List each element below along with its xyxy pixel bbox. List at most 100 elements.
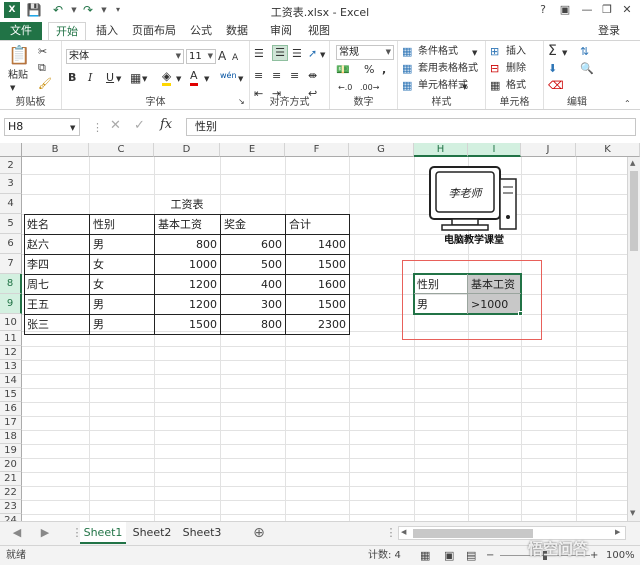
scroll-left-icon[interactable]: ◀: [401, 528, 406, 536]
table-cell[interactable]: 1200: [155, 275, 220, 294]
header-cell-base-salary[interactable]: 基本工资: [155, 215, 220, 234]
grow-font-icon[interactable]: A: [218, 49, 226, 63]
ribbon-display-icon[interactable]: ▣: [556, 2, 574, 18]
align-right-icon[interactable]: ≡: [290, 69, 299, 83]
vertical-scrollbar[interactable]: ▲ ▼: [627, 157, 640, 521]
font-dialog-launcher-icon[interactable]: ↘: [238, 95, 245, 109]
scroll-down-icon[interactable]: ▼: [630, 509, 635, 517]
table-cell[interactable]: 王五: [24, 295, 89, 314]
fill-color-dropdown-icon[interactable]: ▼: [176, 72, 181, 86]
format-as-table-icon[interactable]: ▦: [402, 62, 412, 76]
prev-sheet-icon[interactable]: ◀: [10, 522, 24, 544]
find-select-icon[interactable]: 🔍: [580, 62, 594, 76]
sheet-tab-2[interactable]: Sheet2: [130, 522, 174, 544]
table-cell[interactable]: 张三: [24, 315, 89, 334]
new-sheet-button[interactable]: ⊕: [250, 522, 268, 544]
page-layout-view-icon[interactable]: ▣: [444, 546, 454, 565]
number-format-combo[interactable]: 常规 ▼: [336, 45, 394, 60]
italic-button[interactable]: I: [88, 71, 92, 85]
cut-icon[interactable]: ✂: [38, 45, 47, 59]
conditional-dropdown-icon[interactable]: ▼: [472, 46, 477, 60]
align-middle-icon[interactable]: ☰: [272, 45, 288, 61]
criteria-value-gender[interactable]: 男: [414, 295, 468, 314]
underline-button[interactable]: U: [106, 71, 114, 85]
font-color-dropdown-icon[interactable]: ▼: [204, 72, 209, 86]
computer-logo-image[interactable]: 李老师 电脑教学课堂: [422, 161, 526, 247]
sheet-tab-1[interactable]: Sheet1: [80, 522, 126, 544]
confirm-edit-icon[interactable]: ✓: [134, 119, 145, 133]
horizontal-scroll-thumb[interactable]: [413, 529, 533, 538]
bold-button[interactable]: B: [68, 71, 76, 85]
insert-function-button[interactable]: fx: [160, 118, 172, 132]
clear-icon[interactable]: ⌫: [548, 79, 564, 93]
align-bottom-icon[interactable]: ☰: [292, 47, 302, 61]
table-cell[interactable]: 1500: [286, 295, 349, 314]
sign-in-link[interactable]: 登录: [592, 22, 626, 40]
paste-icon[interactable]: 📋: [8, 45, 30, 67]
table-cell[interactable]: 1500: [286, 255, 349, 274]
underline-dropdown-icon[interactable]: ▼: [116, 72, 121, 86]
header-cell-total[interactable]: 合计: [286, 215, 349, 234]
fill-color-icon[interactable]: ◈: [162, 69, 172, 86]
merge-center-icon[interactable]: ⇼: [308, 69, 317, 83]
delete-cells-button[interactable]: 删除: [506, 62, 526, 76]
number-format-dropdown-icon[interactable]: ▼: [386, 46, 391, 59]
tab-review[interactable]: 审阅: [266, 22, 296, 40]
formula-input[interactable]: 性别: [186, 118, 636, 136]
font-name-dropdown-icon[interactable]: ▼: [176, 50, 181, 63]
format-cells-icon[interactable]: ▦: [490, 79, 500, 93]
horizontal-scrollbar[interactable]: ◀ ▶: [398, 526, 626, 540]
percent-style-button[interactable]: %: [364, 63, 374, 77]
next-sheet-icon[interactable]: ▶: [38, 522, 52, 544]
table-cell[interactable]: 1200: [155, 295, 220, 314]
table-cell[interactable]: 女: [90, 275, 154, 294]
table-cell[interactable]: 400: [221, 275, 285, 294]
table-cell[interactable]: 1400: [286, 235, 349, 254]
name-box[interactable]: H8: [4, 118, 80, 136]
tab-formulas[interactable]: 公式: [186, 22, 216, 40]
format-as-table-button[interactable]: 套用表格格式: [418, 62, 478, 76]
normal-view-icon[interactable]: ▦: [420, 546, 430, 565]
scroll-right-icon[interactable]: ▶: [615, 528, 620, 536]
vertical-scroll-thumb[interactable]: [630, 171, 638, 251]
table-cell[interactable]: 女: [90, 255, 154, 274]
font-size-combo[interactable]: 11 ▼: [186, 49, 216, 64]
accounting-format-icon[interactable]: 💵: [336, 63, 350, 77]
worksheet-grid[interactable]: B C D E F G H I J K 2 3 4 5 6 7 8 9 10 1…: [0, 143, 640, 521]
insert-cells-icon[interactable]: ⊞: [490, 45, 499, 59]
criteria-header-gender[interactable]: 性别: [414, 275, 468, 294]
copy-icon[interactable]: ⧉: [38, 61, 46, 75]
help-icon[interactable]: ?: [534, 2, 552, 18]
phonetic-icon[interactable]: wén: [220, 71, 237, 81]
header-cell-bonus[interactable]: 奖金: [221, 215, 285, 234]
tab-insert[interactable]: 插入: [92, 22, 122, 40]
table-cell[interactable]: 800: [221, 315, 285, 334]
table-cell[interactable]: 1600: [286, 275, 349, 294]
tab-file[interactable]: 文件: [0, 22, 42, 40]
table-cell[interactable]: 2300: [286, 315, 349, 334]
autosum-dropdown-icon[interactable]: ▼: [562, 46, 567, 60]
cell-styles-dropdown-icon[interactable]: ▼: [462, 80, 467, 94]
name-box-dropdown-icon[interactable]: ▼: [70, 121, 75, 135]
font-color-icon[interactable]: A: [190, 69, 198, 86]
sort-filter-icon[interactable]: ⇅: [580, 45, 589, 59]
delete-cells-icon[interactable]: ⊟: [490, 62, 499, 76]
cell-styles-icon[interactable]: ▦: [402, 79, 412, 93]
collapse-ribbon-icon[interactable]: ⌃: [624, 97, 631, 111]
autosum-button[interactable]: Σ: [548, 44, 557, 58]
tab-page-layout[interactable]: 页面布局: [130, 22, 178, 40]
phonetic-dropdown-icon[interactable]: ▼: [238, 72, 243, 86]
scroll-up-icon[interactable]: ▲: [630, 159, 635, 167]
font-size-dropdown-icon[interactable]: ▼: [208, 50, 213, 63]
table-cell[interactable]: 男: [90, 315, 154, 334]
conditional-formatting-icon[interactable]: ▦: [402, 45, 412, 59]
insert-cells-button[interactable]: 插入: [506, 45, 526, 59]
borders-dropdown-icon[interactable]: ▼: [142, 72, 147, 86]
shrink-font-icon[interactable]: A: [232, 51, 238, 65]
align-top-icon[interactable]: ☰: [254, 47, 264, 61]
table-cell[interactable]: 800: [155, 235, 220, 254]
table-cell[interactable]: 周七: [24, 275, 89, 294]
header-cell-gender[interactable]: 性别: [90, 215, 154, 234]
fill-icon[interactable]: ⬇: [548, 62, 557, 76]
orientation-dropdown-icon[interactable]: ▼: [320, 48, 325, 62]
